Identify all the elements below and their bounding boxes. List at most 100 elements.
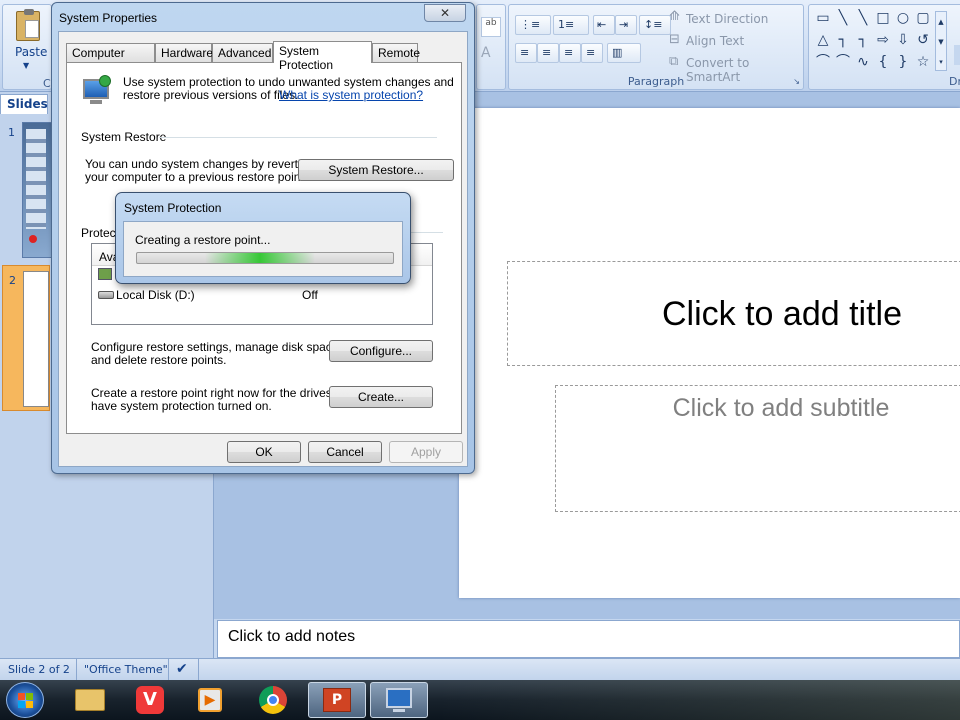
shapes-scroll[interactable]: ▲ ▼ ▾ <box>935 11 947 71</box>
cancel-button[interactable]: Cancel <box>308 441 382 463</box>
bullets-button[interactable]: ⋮≡ <box>515 15 551 35</box>
system-restore-header: System Restore <box>81 130 167 144</box>
vivaldi-icon: V <box>136 686 164 714</box>
slides-tab[interactable]: Slides <box>0 94 48 114</box>
oval-shape-icon[interactable]: ○ <box>895 11 911 25</box>
line-spacing-button[interactable]: ↕≡ <box>639 15 671 35</box>
subtitle-placeholder[interactable]: Click to add subtitle <box>555 385 960 512</box>
system-restore-button[interactable]: System Restore... <box>298 159 454 181</box>
create-button[interactable]: Create... <box>329 386 433 408</box>
curve-shape-icon[interactable]: ∿ <box>855 55 871 69</box>
intro-text: restore previous versions of files. <box>123 88 299 102</box>
chrome-icon <box>259 686 287 714</box>
powerpoint-icon: P <box>323 688 351 712</box>
tab-system-protection[interactable]: System Protection <box>273 41 372 72</box>
start-button[interactable] <box>6 682 44 718</box>
dialog-title: System Properties <box>59 11 158 25</box>
slide-number: 1 <box>8 126 15 139</box>
restore-description: your computer to a previous restore poin… <box>85 170 308 184</box>
notes-pane[interactable]: Click to add notes <box>217 620 960 658</box>
arc-shape-icon[interactable]: ⌒ <box>835 55 851 69</box>
progress-bar-fill <box>205 253 315 263</box>
spell-check-icon[interactable]: ✔ <box>176 661 188 677</box>
vivaldi-taskbar-button[interactable]: V <box>122 682 180 718</box>
clipboard-group: Paste ▼ C <box>2 4 52 90</box>
elbow-connector-icon[interactable]: ┐ <box>835 33 851 47</box>
paragraph-group-label: Paragraph <box>627 75 685 88</box>
chevron-down-icon[interactable]: ▼ <box>23 61 29 70</box>
align-center-button[interactable]: ≡ <box>537 43 559 63</box>
file-explorer-taskbar-button[interactable] <box>62 682 120 718</box>
numbering-button[interactable]: 1≡ <box>553 15 589 35</box>
apply-button[interactable]: Apply <box>389 441 463 463</box>
drive-protection-status: Off <box>302 288 318 302</box>
dialog-launcher-icon[interactable]: ↘ <box>793 77 800 86</box>
right-arrow-shape-icon[interactable]: ⇨ <box>875 33 891 47</box>
down-arrow-shape-icon[interactable]: ⇩ <box>895 33 911 47</box>
elbow-arrow-icon[interactable]: ┐ <box>855 33 871 47</box>
text-direction-button[interactable]: Text Direction <box>686 12 768 26</box>
align-left-button[interactable]: ≡ <box>515 43 537 63</box>
title-placeholder[interactable]: Click to add title <box>507 261 960 366</box>
paragraph-group: ⋮≡ 1≡ ⇤ ⇥ ↕≡ ≡ ≡ ≡ ≡ ▥ ⟰ Text Direction … <box>508 4 804 90</box>
drawing-group-label: Dr <box>949 75 960 88</box>
what-is-system-protection-link[interactable]: What is system protection? <box>279 89 423 102</box>
increase-indent-button[interactable]: ⇥ <box>615 15 637 35</box>
tab-computer-name[interactable]: Computer Name <box>66 43 155 74</box>
slide-number: 2 <box>9 274 16 287</box>
progress-dialog-body: Creating a restore point... <box>123 221 403 277</box>
textbox-shape-icon[interactable]: ▭ <box>815 11 831 25</box>
align-text-button[interactable]: Align Text <box>686 34 744 48</box>
star-shape-icon[interactable]: ☆ <box>915 55 931 69</box>
triangle-shape-icon[interactable]: △ <box>815 33 831 47</box>
taskbar: V ▶ P <box>0 680 960 720</box>
system-properties-taskbar-button[interactable] <box>370 682 428 718</box>
status-bar: Slide 2 of 2 "Office Theme" ✔ <box>0 658 960 681</box>
create-description: have system protection turned on. <box>91 399 272 413</box>
line-shape-icon[interactable]: ╲ <box>835 11 851 25</box>
right-brace-shape-icon[interactable]: } <box>895 55 911 69</box>
chrome-taskbar-button[interactable] <box>244 682 302 718</box>
curve-shape-icon[interactable]: ⌒ <box>815 55 831 69</box>
folder-icon <box>75 689 105 711</box>
media-player-taskbar-button[interactable]: ▶ <box>182 682 240 718</box>
slide-thumbnail-2-selected[interactable]: 2 <box>2 265 50 411</box>
slide-thumbnail-1[interactable] <box>22 122 52 258</box>
paste-icon[interactable] <box>16 9 40 41</box>
configure-button[interactable]: Configure... <box>329 340 433 362</box>
left-brace-shape-icon[interactable]: { <box>875 55 891 69</box>
system-protection-icon <box>81 75 113 107</box>
tab-remote[interactable]: Remote <box>372 43 420 62</box>
drive-icon <box>98 268 112 280</box>
tab-advanced[interactable]: Advanced <box>212 43 273 62</box>
powerpoint-taskbar-button[interactable]: P <box>308 682 366 718</box>
justify-button[interactable]: ≡ <box>581 43 603 63</box>
smartart-icon[interactable]: ⧉ <box>669 54 678 69</box>
slide-indicator: Slide 2 of 2 <box>8 663 70 676</box>
theme-name[interactable]: "Office Theme" <box>84 663 168 676</box>
font-color-icon[interactable]: A <box>481 45 491 61</box>
computer-icon <box>386 688 412 708</box>
text-direction-icon[interactable]: ⟰ <box>669 9 680 24</box>
line-shape-icon[interactable]: ╲ <box>855 11 871 25</box>
decrease-indent-button[interactable]: ⇤ <box>593 15 615 35</box>
columns-button[interactable]: ▥ <box>607 43 641 63</box>
slide-canvas[interactable]: Click to add title Click to add subtitle <box>459 108 960 598</box>
tab-hardware[interactable]: Hardware <box>155 43 213 62</box>
progress-bar <box>136 252 394 264</box>
align-right-button[interactable]: ≡ <box>559 43 581 63</box>
align-text-icon[interactable]: ⊟ <box>669 32 680 47</box>
rectangle-shape-icon[interactable]: □ <box>875 11 891 25</box>
configure-description: and delete restore points. <box>91 353 227 367</box>
system-protection-progress-dialog: System Protection Creating a restore poi… <box>115 192 411 284</box>
rounded-rect-shape-icon[interactable]: ▢ <box>915 11 931 25</box>
font-group-edge: ab A <box>476 4 506 90</box>
ok-button[interactable]: OK <box>227 441 301 463</box>
drive-name[interactable]: Local Disk (D:) <box>116 289 195 302</box>
paste-label[interactable]: Paste <box>15 45 47 59</box>
close-button[interactable]: ✕ <box>424 4 466 22</box>
rotate-shape-icon[interactable]: ↺ <box>915 33 931 47</box>
progress-message: Creating a restore point... <box>135 233 271 247</box>
drive-icon <box>98 291 114 299</box>
text-shadow-icon[interactable]: ab <box>481 17 501 37</box>
